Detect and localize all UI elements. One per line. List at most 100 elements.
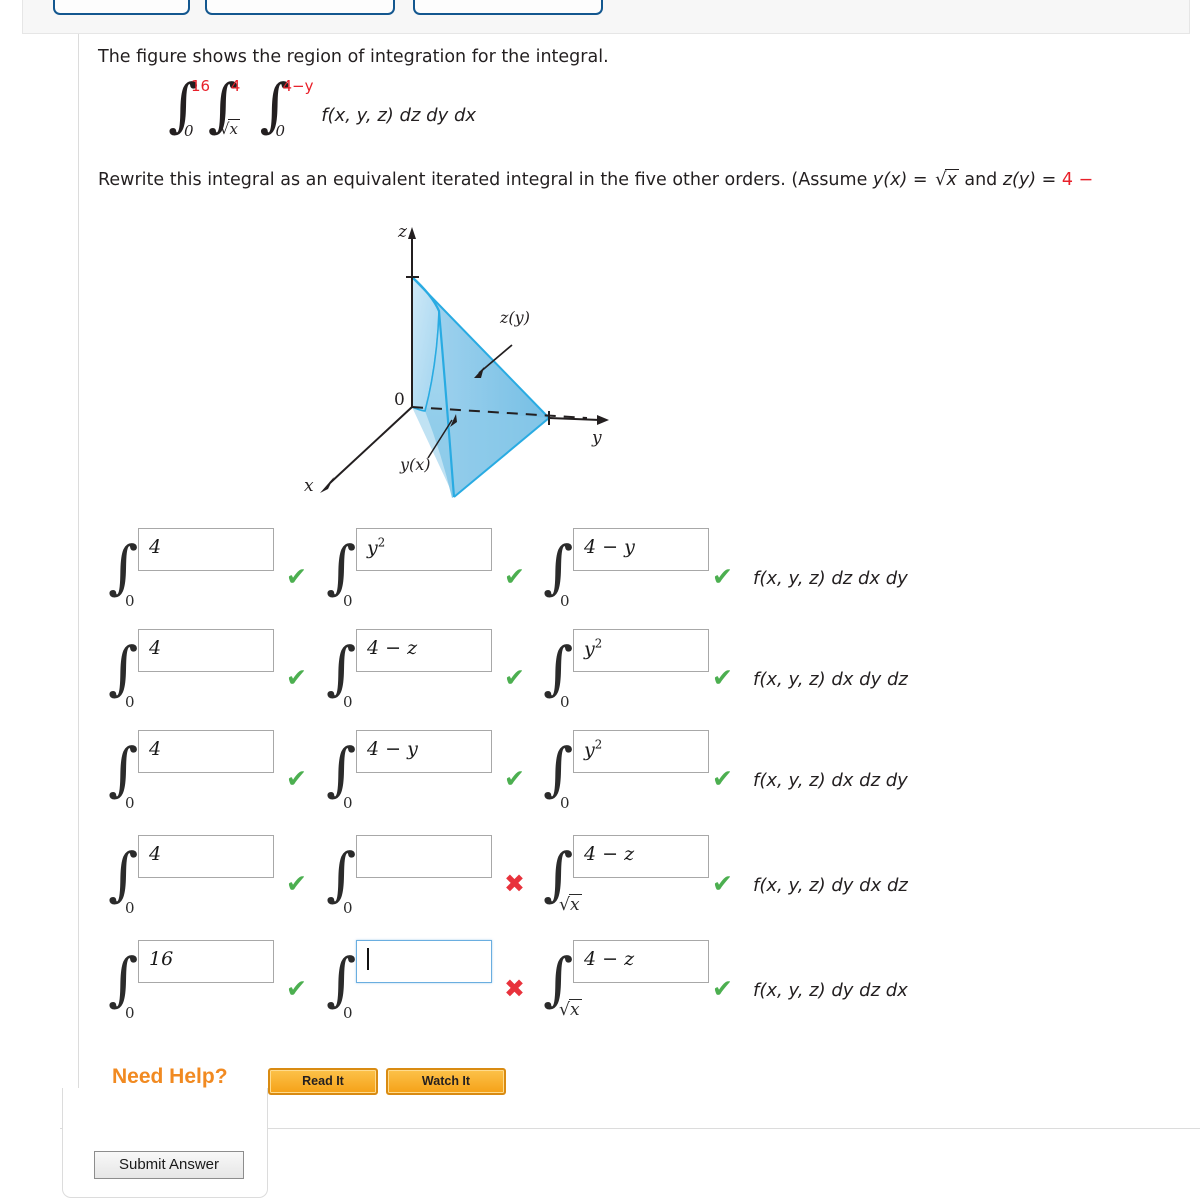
upper-limit-value: y2 [584,738,603,762]
upper-limit-value: 4 − y [584,536,635,558]
lower-limit: 0 [560,693,570,711]
differential-order-label: f(x, y, z) dx dz dy [753,770,908,791]
watch-it-button[interactable]: Watch It [386,1068,506,1095]
outer-integral-sign: ∫ 16 0 [168,76,210,146]
inner-upper-limit: 4−y [282,77,314,95]
correct-check-icon: ✔ [286,869,307,898]
submit-answer-button[interactable]: Submit Answer [94,1151,244,1179]
upper-limit-value: 4 − z [584,843,635,865]
lower-limit: 0 [343,899,353,917]
submit-panel [62,1088,268,1198]
correct-check-icon: ✔ [504,764,525,793]
upper-limit-input[interactable] [356,835,492,878]
correct-check-icon: ✔ [712,974,733,1003]
region-of-integration-figure: z y x 0 z(y) y(x) [282,215,642,519]
differential-order-label: f(x, y, z) dx dy dz [753,669,908,690]
figure-svg: z y x 0 z(y) y(x) [304,222,609,498]
integral-glyph: ∫ [108,840,139,908]
differential-order-label: f(x, y, z) dy dz dx [753,980,908,1001]
lower-limit: 0 [125,1004,135,1022]
upper-limit-input[interactable]: y2 [573,730,709,773]
integral-glyph: ∫ [108,634,139,702]
integral-glyph: ∫ [326,840,357,908]
lower-limit: 0 [560,794,570,812]
assume-yx-lhs: y(x) = [872,170,934,190]
upper-limit-value: 4 [149,843,162,865]
upper-limit-input[interactable]: 4 − z [356,629,492,672]
problem-integrand: f(x, y, z) dz dy dx [321,104,477,126]
text-cursor [367,948,369,970]
middle-lower-limit: √x [219,119,240,138]
incorrect-cross-icon: ✖ [504,974,525,1003]
integral-glyph: ∫ [108,945,139,1013]
prompt-assume-text: Rewrite this integral as an equivalent i… [98,170,873,190]
upper-limit-input[interactable]: y2 [356,528,492,571]
lower-limit: 0 [125,592,135,610]
integral-glyph: ∫ [326,533,357,601]
upper-limit-value: 4 [149,536,162,558]
answer-row: ∫ 0 16 ✔ ∫ 0 ✖ ∫ √x 4 − z ✔ f(x, y, z) dy dz dx [108,936,1108,1037]
tab-button-2[interactable] [205,0,395,15]
upper-limit-value: y2 [367,536,386,560]
upper-limit-input[interactable]: y2 [573,629,709,672]
y-axis-solid [548,417,601,421]
assume-zy-lhs: z(y) = [1002,170,1062,190]
problem-integral: ∫ 16 0 ∫ 4 √x ∫ 4−y 0 f(x, y, z) dz dy d… [168,76,477,146]
upper-limit-input[interactable]: 4 [138,730,274,773]
sqrt-x-radical: √x [935,169,959,190]
correct-check-icon: ✔ [286,764,307,793]
x-axis-arrow [320,477,334,493]
answer-row: ∫ 0 4 ✔ ∫ 0 ✖ ∫ √x 4 − z ✔ f(x, y, z) dy dx dz [108,831,1108,932]
tab-button-1[interactable] [53,0,190,15]
integral-glyph: ∫ [108,735,139,803]
middle-integral-sign: ∫ 4 √x [208,76,254,146]
tab-button-3[interactable] [413,0,603,15]
lower-limit: 0 [560,592,570,610]
upper-limit-input[interactable] [356,940,492,983]
lower-limit: 0 [125,794,135,812]
z-axis-arrow [408,227,416,239]
top-tab-strip [22,0,1190,34]
correct-check-icon: ✔ [286,562,307,591]
answer-row: ∫ 0 4 ✔ ∫ 0 4 − z ✔ ∫ 0 y2 ✔ f(x, y, z) dx dy dz [108,625,1108,726]
upper-limit-input[interactable]: 16 [138,940,274,983]
origin-label: 0 [394,390,405,410]
lower-limit: √x [559,999,582,1020]
y-axis-label: y [591,428,602,448]
prompt-line-2: Rewrite this integral as an equivalent i… [98,168,1093,193]
correct-check-icon: ✔ [712,663,733,692]
lower-limit: 0 [125,899,135,917]
differential-order-label: f(x, y, z) dy dx dz [753,875,908,896]
z-axis-label: z [397,222,408,242]
upper-limit-value: 4 − z [584,948,635,970]
upper-limit-value: 4 − y [367,738,418,760]
lower-limit: 0 [125,693,135,711]
need-help-label: Need Help? [112,1065,228,1088]
upper-limit-value: 4 [149,637,162,659]
correct-check-icon: ✔ [504,562,525,591]
read-it-button[interactable]: Read It [268,1068,378,1095]
upper-limit-input[interactable]: 4 [138,528,274,571]
upper-limit-input[interactable]: 4 − z [573,835,709,878]
integral-glyph: ∫ [543,533,574,601]
inner-lower-limit: 0 [275,122,286,140]
upper-limit-input[interactable]: 4 − y [573,528,709,571]
sqrt-x-radicand: x [945,169,959,190]
yx-curve-label: y(x) [399,455,431,474]
upper-limit-input[interactable]: 4 − z [573,940,709,983]
differential-order-label: f(x, y, z) dz dx dy [753,568,908,589]
upper-limit-input[interactable]: 4 [138,629,274,672]
correct-check-icon: ✔ [712,764,733,793]
correct-check-icon: ✔ [712,869,733,898]
lower-limit: 0 [343,592,353,610]
middle-upper-limit: 4 [230,77,241,95]
upper-limit-value: 4 [149,738,162,760]
zy-surface-label: z(y) [499,308,530,327]
answer-row: ∫ 0 4 ✔ ∫ 0 y2 ✔ ∫ 0 4 − y ✔ f(x, y, z) dz dx dy [108,524,1108,625]
outer-lower-limit: 0 [184,122,194,140]
upper-limit-input[interactable]: 4 − y [356,730,492,773]
integral-glyph: ∫ [108,533,139,601]
assume-and: and [958,170,1003,190]
upper-limit-value: y2 [584,637,603,661]
upper-limit-input[interactable]: 4 [138,835,274,878]
